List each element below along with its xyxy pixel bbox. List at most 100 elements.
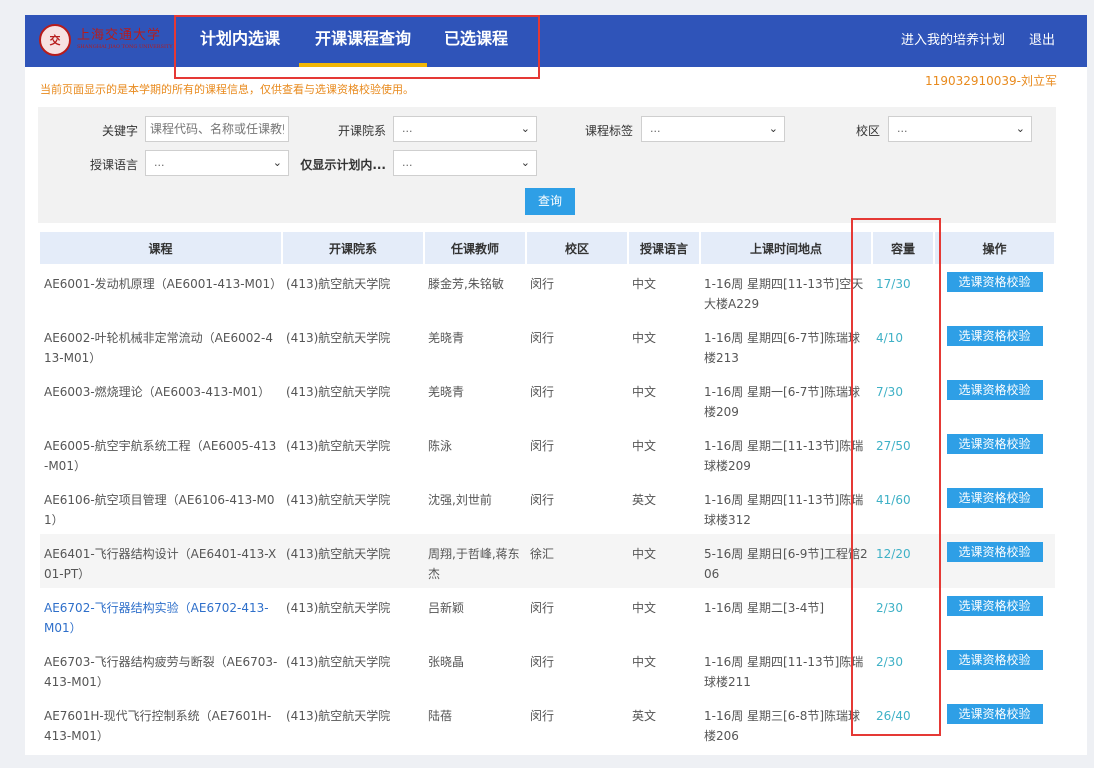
course-teacher: 羌晓青	[428, 385, 465, 399]
course-campus: 闵行	[530, 493, 555, 507]
course-campus: 闵行	[530, 709, 555, 723]
course-capacity: 4/10	[876, 331, 903, 345]
course-language: 中文	[632, 601, 657, 615]
course-capacity: 2/30	[876, 655, 903, 669]
course-teacher: 吕新颖	[428, 601, 465, 615]
course-campus: 闵行	[530, 601, 555, 615]
course-time-location: 1-16周 星期二[3-4节]	[704, 601, 825, 615]
chevron-down-icon: ⌄	[272, 156, 282, 169]
course-language: 中文	[632, 655, 657, 669]
tab-selected-courses[interactable]: 已选课程	[431, 15, 521, 67]
tag-select[interactable]: ... ⌄	[641, 116, 785, 142]
eligibility-check-button[interactable]: 选课资格校验	[946, 434, 1043, 454]
course-name[interactable]: AE6702-飞行器结构实验（AE6702-413-M01）	[40, 588, 282, 642]
dept-label: 开课院系	[337, 124, 386, 138]
course-name: AE6005-航空宇航系统工程（AE6005-413-M01）	[44, 439, 277, 473]
course-dept: (413)航空航天学院	[286, 601, 391, 615]
course-name: AE6401-飞行器结构设计（AE6401-413-X01-PT）	[40, 534, 282, 588]
course-dept: (413)航空航天学院	[286, 709, 391, 723]
chevron-down-icon: ⌄	[1015, 122, 1025, 135]
course-dept: (413)航空航天学院	[282, 534, 424, 588]
course-table: 课程 开课院系 任课教师 校区 授课语言 上课时间地点 容量 操作 AE6001…	[40, 232, 1056, 750]
table-header-row: 课程 开课院系 任课教师 校区 授课语言 上课时间地点 容量 操作	[40, 232, 1056, 264]
dept-select[interactable]: ... ⌄	[393, 116, 537, 142]
course-time-location: 1-16周 星期四[11-13节]空天大楼A229	[704, 277, 864, 311]
course-time-location: 1-16周 星期四[11-13节]陈瑞球楼211	[704, 655, 864, 689]
keyword-label: 关键字	[101, 124, 138, 138]
table-row: AE6005-航空宇航系统工程（AE6005-413-M01） (413)航空航…	[40, 426, 1055, 480]
table-row: AE6702-飞行器结构实验（AE6702-413-M01） (413)航空航天…	[40, 588, 1055, 642]
eligibility-check-button[interactable]: 选课资格校验	[946, 326, 1043, 346]
chevron-down-icon: ⌄	[520, 156, 530, 169]
course-campus: 闵行	[530, 331, 555, 345]
course-campus: 闵行	[530, 439, 555, 453]
page: 交 上海交通大学 SHANGHAI JIAO TONG UNIVERSITY 计…	[25, 15, 1087, 755]
course-time-location: 1-16周 星期三[6-8节]陈瑞球楼206	[704, 709, 861, 743]
column-header: 授课语言	[628, 232, 701, 264]
eligibility-check-button[interactable]: 选课资格校验	[946, 272, 1043, 292]
column-header: 课程	[40, 232, 283, 264]
column-header: 校区	[526, 232, 629, 264]
course-name: AE6106-航空项目管理（AE6106-413-M01）	[44, 493, 275, 527]
query-button[interactable]: 查询	[525, 188, 575, 215]
column-header: 操作	[934, 232, 1056, 264]
eligibility-check-button[interactable]: 选课资格校验	[946, 650, 1043, 670]
campus-label: 校区	[855, 124, 880, 138]
column-header: 任课教师	[424, 232, 527, 264]
eligibility-check-button[interactable]: 选课资格校验	[946, 704, 1043, 724]
campus-select[interactable]: ... ⌄	[888, 116, 1032, 142]
tab-course-query[interactable]: 开课课程查询	[299, 15, 427, 67]
course-time-location: 1-16周 星期四[6-7节]陈瑞球楼213	[704, 331, 861, 365]
plan-only-label: 仅显示计划内...	[300, 158, 386, 172]
table-row: AE6401-飞行器结构设计（AE6401-413-X01-PT） (413)航…	[40, 534, 1055, 588]
course-time-location: 1-16周 星期四[11-13节]陈瑞球楼312	[704, 493, 864, 527]
keyword-input[interactable]	[145, 116, 289, 142]
course-dept: (413)航空航天学院	[286, 655, 391, 669]
logout-link[interactable]: 退出	[1029, 29, 1055, 48]
current-user: 119032910039-刘立军	[925, 74, 1057, 88]
course-dept: (413)航空航天学院	[286, 493, 391, 507]
course-campus: 徐汇	[526, 534, 628, 588]
tab-in-plan-selection[interactable]: 计划内选课	[185, 15, 295, 67]
course-language: 中文	[628, 534, 700, 588]
course-time-location: 1-16周 星期一[6-7节]陈瑞球楼209	[704, 385, 861, 419]
course-capacity: 17/30	[876, 277, 911, 291]
course-capacity: 27/50	[876, 439, 911, 453]
column-header: 上课时间地点	[700, 232, 873, 264]
eligibility-check-button[interactable]: 选课资格校验	[946, 380, 1043, 400]
plan-only-select[interactable]: ... ⌄	[393, 150, 537, 176]
course-teacher: 张晓晶	[428, 655, 465, 669]
course-name: AE7601H-现代飞行控制系统（AE7601H-413-M01）	[44, 709, 272, 743]
course-dept: (413)航空航天学院	[286, 439, 391, 453]
course-campus: 闵行	[530, 385, 555, 399]
course-language: 中文	[632, 331, 657, 345]
course-capacity: 12/20	[872, 534, 934, 588]
language-select[interactable]: ... ⌄	[145, 150, 289, 176]
university-seal-icon: 交	[39, 24, 71, 56]
table-row: AE6003-燃烧理论（AE6003-413-M01） (413)航空航天学院 …	[40, 372, 1055, 426]
course-name: AE6001-发动机原理（AE6001-413-M01）	[44, 277, 282, 291]
table-row: AE7601H-现代飞行控制系统（AE7601H-413-M01） (413)航…	[40, 696, 1055, 750]
course-language: 中文	[632, 385, 657, 399]
column-header: 容量	[872, 232, 935, 264]
eligibility-check-button[interactable]: 选课资格校验	[946, 488, 1043, 508]
table-row: AE6002-叶轮机械非定常流动（AE6002-413-M01） (413)航空…	[40, 318, 1055, 372]
training-plan-link[interactable]: 进入我的培养计划	[901, 29, 1005, 48]
language-label: 授课语言	[89, 158, 138, 172]
university-logo: 交 上海交通大学 SHANGHAI JIAO TONG UNIVERSITY	[39, 21, 173, 59]
course-name: AE6703-飞行器结构疲劳与断裂（AE6703-413-M01）	[44, 655, 278, 689]
table-row: AE6106-航空项目管理（AE6106-413-M01） (413)航空航天学…	[40, 480, 1055, 534]
course-teacher: 周翔,于哲峰,蒋东杰	[424, 534, 526, 588]
course-time-location: 5-16周 星期日[6-9节]工程馆206	[700, 534, 872, 588]
course-dept: (413)航空航天学院	[286, 277, 391, 291]
course-language: 中文	[632, 439, 657, 453]
eligibility-check-button[interactable]: 选课资格校验	[946, 596, 1043, 616]
course-campus: 闵行	[530, 655, 555, 669]
course-capacity: 41/60	[876, 493, 911, 507]
chevron-down-icon: ⌄	[768, 122, 778, 135]
eligibility-check-button[interactable]: 选课资格校验	[946, 542, 1043, 562]
course-language: 英文	[632, 493, 657, 507]
course-capacity: 2/30	[876, 601, 903, 615]
course-teacher: 羌晓青	[428, 331, 465, 345]
chevron-down-icon: ⌄	[520, 122, 530, 135]
